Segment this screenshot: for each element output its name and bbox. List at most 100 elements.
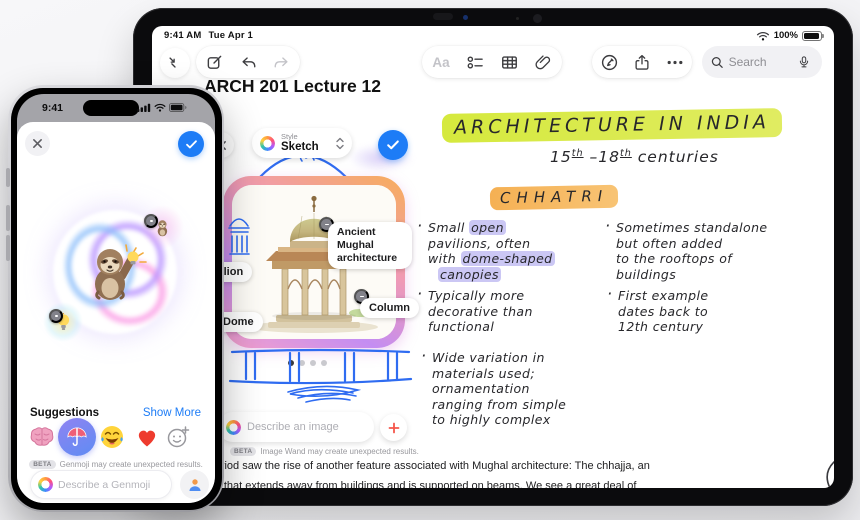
- iphone-clock: 9:41: [42, 102, 64, 114]
- collapse-arrows-icon: [169, 57, 176, 68]
- checkmark-icon: [387, 140, 399, 150]
- ipad-clock: 9:41 AM: [164, 30, 202, 41]
- paperclip-icon: [535, 55, 551, 70]
- iphone-device: 9:41 Suggestions Show More BETA Genmoji …: [6, 85, 224, 512]
- handwritten-stroke: [826, 461, 834, 488]
- add-image-button[interactable]: [380, 414, 407, 441]
- collapse-toolbar-button[interactable]: [160, 48, 190, 78]
- ipad-front-camera: [533, 14, 542, 23]
- style-selector[interactable]: Style Sketch: [252, 128, 352, 158]
- text-format-label: Aa: [432, 54, 450, 70]
- ipad-camera-dot: [463, 15, 468, 20]
- image-wand-beta-note: BETA Image Wand may create unexpected re…: [230, 447, 419, 456]
- remove-sloth-variant-button[interactable]: [144, 214, 158, 228]
- ipad-status-right: 100%: [756, 30, 824, 41]
- apple-intelligence-icon: [260, 135, 275, 151]
- describe-genmoji-input[interactable]: [58, 478, 158, 491]
- apple-intelligence-icon: [38, 477, 53, 492]
- ipad-status-left: 9:41 AM Tue Apr 1: [164, 30, 253, 41]
- style-value: Sketch: [281, 140, 319, 153]
- more-button[interactable]: [660, 47, 690, 77]
- beta-badge: BETA: [230, 447, 257, 456]
- pencil-circle-icon: [601, 54, 618, 70]
- wifi-icon: [756, 31, 769, 40]
- describe-image-field[interactable]: [218, 412, 374, 442]
- sketch-columns-stroke: [228, 348, 413, 403]
- checkmark-icon: [185, 139, 197, 148]
- laughing-face-icon: [101, 426, 123, 448]
- show-more-link[interactable]: Show More: [143, 407, 201, 419]
- handwritten-section-title: CHHATRI: [489, 184, 619, 211]
- bullet-small-open-pavilions: Small open pavilions, often with dome-sh…: [417, 218, 555, 282]
- ipad-mic-dot: [516, 17, 519, 20]
- table-icon: [501, 55, 517, 69]
- heart-icon: [138, 430, 156, 447]
- heart-emoji-suggestion[interactable]: [132, 422, 162, 452]
- bullet-wide-variation: Wide variation in materials used; orname…: [421, 348, 566, 428]
- bullet-first-example: First example dates back to 12th century: [607, 286, 708, 335]
- compose-button[interactable]: [200, 47, 230, 77]
- note-paragraph-line1: s period saw the rise of another feature…: [200, 460, 650, 472]
- style-label: Style: [281, 132, 298, 141]
- cellular-icon: [137, 103, 151, 112]
- ipad-screen: 9:41 AM Tue Apr 1 100% Aa Search ARCH 20…: [152, 26, 834, 488]
- genmoji-sheet: Suggestions Show More BETA Genmoji may c…: [17, 122, 215, 503]
- describe-genmoji-field[interactable]: [30, 470, 172, 499]
- note-paragraph-line2: ning that extends away from buildings an…: [200, 480, 637, 488]
- genmoji-beta-note: BETA Genmoji may create unexpected resul…: [17, 460, 215, 469]
- checklist-button[interactable]: [460, 47, 490, 77]
- umbrella-genmoji-selected[interactable]: [58, 418, 96, 456]
- format-toolbar-group: Aa: [422, 46, 562, 78]
- plus-icon: [388, 422, 399, 433]
- dictation-button[interactable]: [796, 53, 813, 71]
- beta-badge: BETA: [29, 460, 56, 469]
- actions-toolbar-group: [592, 46, 692, 78]
- genmoji-close-button[interactable]: [25, 131, 50, 156]
- person-icon: [189, 478, 200, 491]
- personalize-button[interactable]: [180, 470, 209, 499]
- battery-icon: [802, 30, 824, 41]
- label-column[interactable]: Column: [360, 298, 419, 318]
- text-format-button[interactable]: Aa: [426, 47, 456, 77]
- add-emoji-icon: [167, 426, 190, 448]
- ellipsis-icon: [667, 60, 682, 64]
- close-icon: [33, 139, 42, 148]
- describe-image-input[interactable]: [247, 421, 359, 433]
- share-icon: [635, 54, 649, 70]
- search-input[interactable]: [728, 55, 791, 69]
- search-field[interactable]: [702, 46, 822, 78]
- redo-button[interactable]: [267, 47, 297, 77]
- apple-intelligence-icon: [226, 419, 241, 435]
- checklist-icon: [467, 55, 483, 69]
- undo-icon: [241, 56, 255, 67]
- handwritten-subheading: 15th –18th centuries: [550, 148, 719, 167]
- umbrella-icon: [67, 427, 87, 446]
- mic-icon: [800, 55, 809, 67]
- compose-icon: [207, 55, 222, 69]
- attachment-button[interactable]: [528, 47, 558, 77]
- volume-down-button: [6, 235, 10, 261]
- iphone-status-icons: [137, 103, 187, 112]
- share-button[interactable]: [627, 47, 657, 77]
- markup-button[interactable]: [595, 47, 625, 77]
- ipad-sensor-pill: [433, 13, 453, 20]
- brain-icon: [30, 427, 54, 446]
- table-button[interactable]: [494, 47, 524, 77]
- note-title: ARCH 201 Lecture 12: [204, 76, 382, 96]
- undo-button[interactable]: [233, 47, 263, 77]
- search-icon: [711, 56, 723, 68]
- ipad-device: 9:41 AM Tue Apr 1 100% Aa Search ARCH 20…: [133, 8, 853, 506]
- action-button: [6, 168, 10, 187]
- battery-percent: 100%: [773, 30, 798, 41]
- iphone-screen: 9:41 Suggestions Show More BETA Genmoji …: [17, 94, 215, 503]
- bullet-decorative: Typically more decorative than functiona…: [417, 286, 533, 335]
- new-genmoji-button[interactable]: [163, 422, 193, 452]
- genmoji-accept-button[interactable]: [178, 131, 204, 157]
- laughing-emoji-suggestion[interactable]: [97, 422, 127, 452]
- brain-emoji-suggestion[interactable]: [27, 422, 57, 452]
- remove-bulb-variant-button[interactable]: [49, 309, 63, 323]
- image-wand-accept-button[interactable]: [378, 130, 408, 160]
- original-sketch-thumbnail: [228, 218, 250, 255]
- suggestions-label: Suggestions: [30, 407, 100, 419]
- label-ancient-mughal[interactable]: Ancient Mughal architecture: [328, 222, 412, 269]
